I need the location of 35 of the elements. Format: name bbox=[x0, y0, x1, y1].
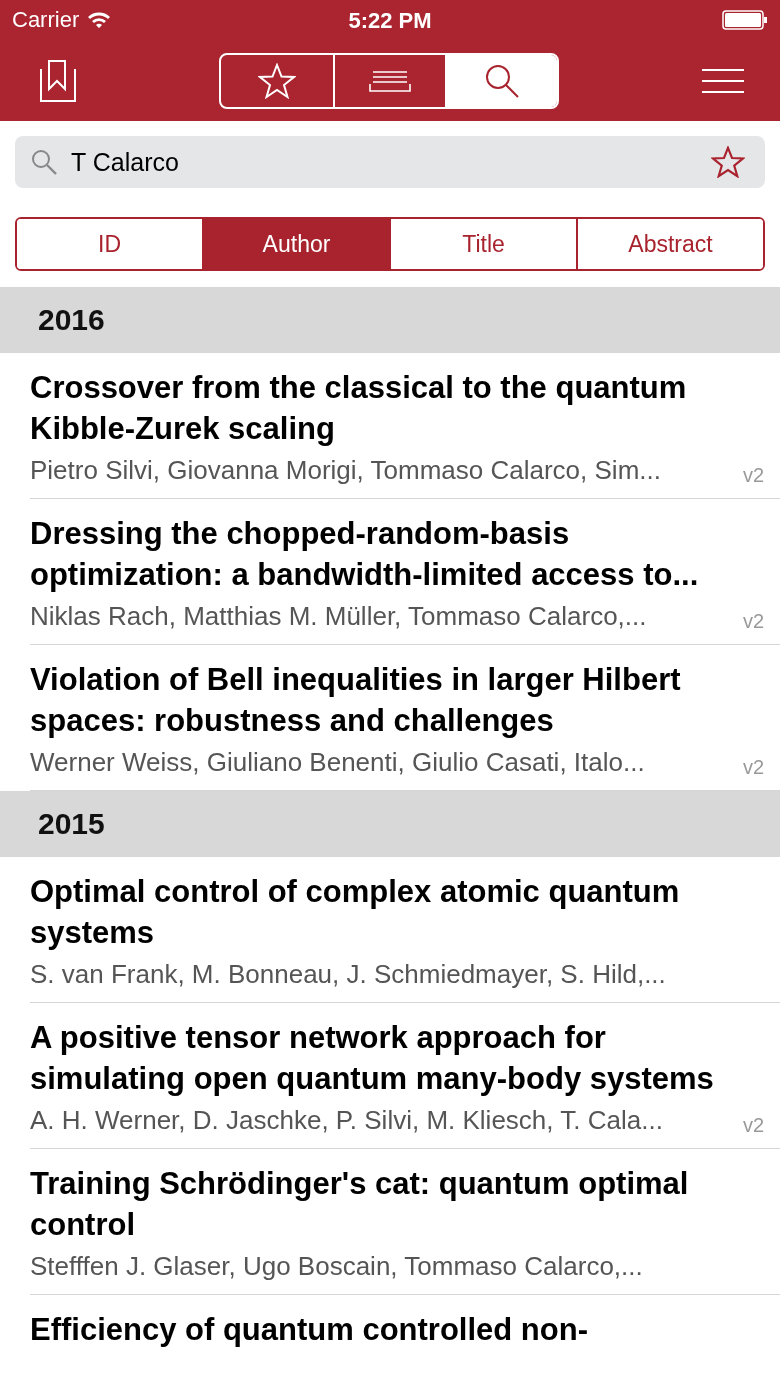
filter-tab[interactable]: Author bbox=[202, 219, 389, 269]
version-label: v2 bbox=[742, 756, 764, 779]
version-label: v2 bbox=[742, 1114, 764, 1137]
wifi-icon bbox=[87, 11, 112, 29]
star-icon bbox=[258, 62, 296, 99]
year-header: 2015 bbox=[38, 807, 105, 841]
paper-title[interactable]: Optimal control of complex atomic quantum systems bbox=[30, 871, 764, 953]
paper-title[interactable]: A positive tensor network approach for simulating open quantum many-body systems bbox=[30, 1017, 764, 1099]
clock: 5:22 PM bbox=[348, 8, 432, 34]
paper-authors: S. van Frank, M. Bonneau, J. Schmiedmayer, S. Hild,... bbox=[30, 958, 666, 991]
battery-icon bbox=[722, 10, 768, 30]
paper-title[interactable]: Crossover from the classical to the quantum Kibble-Zurek scaling bbox=[30, 367, 764, 449]
filter-tab[interactable]: Abstract bbox=[576, 219, 763, 269]
paper-title[interactable]: Efficiency of quantum controlled non- bbox=[30, 1309, 764, 1350]
paper-title[interactable]: Violation of Bell inequalities in larger Hilbert spaces: robustness and challenges bbox=[30, 659, 764, 741]
paper-authors: Pietro Silvi, Giovanna Morigi, Tommaso Calarco, Sim... bbox=[30, 454, 661, 487]
search-field[interactable]: T Calarco bbox=[15, 136, 765, 188]
search-icon bbox=[484, 62, 520, 99]
search-input[interactable]: T Calarco bbox=[71, 147, 697, 177]
stack-icon bbox=[369, 69, 411, 92]
carrier-label: Carrier bbox=[12, 7, 80, 33]
paper-title[interactable]: Training Schrödinger's cat: quantum optimal control bbox=[30, 1163, 764, 1245]
paper-title[interactable]: Dressing the chopped-random-basis optimization: a bandwidth-limited access to... bbox=[30, 513, 764, 595]
bookmarks-icon[interactable] bbox=[40, 59, 76, 102]
paper-authors: Werner Weiss, Giuliano Benenti, Giulio Casati, Italo... bbox=[30, 746, 645, 779]
year-header: 2016 bbox=[38, 303, 105, 337]
version-label: v2 bbox=[742, 610, 764, 633]
paper-authors: Niklas Rach, Matthias M. Müller, Tommaso Calarco,... bbox=[30, 600, 647, 633]
star-icon[interactable] bbox=[711, 146, 745, 178]
paper-authors: Stefffen J. Glaser, Ugo Boscain, Tommaso Calarco,... bbox=[30, 1250, 643, 1283]
search-icon bbox=[31, 149, 57, 175]
version-label: v2 bbox=[742, 464, 764, 487]
paper-authors: A. H. Werner, D. Jaschke, P. Silvi, M. Kliesch, T. Cala... bbox=[30, 1104, 663, 1137]
view-tab[interactable] bbox=[445, 54, 557, 107]
menu-icon[interactable] bbox=[702, 68, 744, 93]
